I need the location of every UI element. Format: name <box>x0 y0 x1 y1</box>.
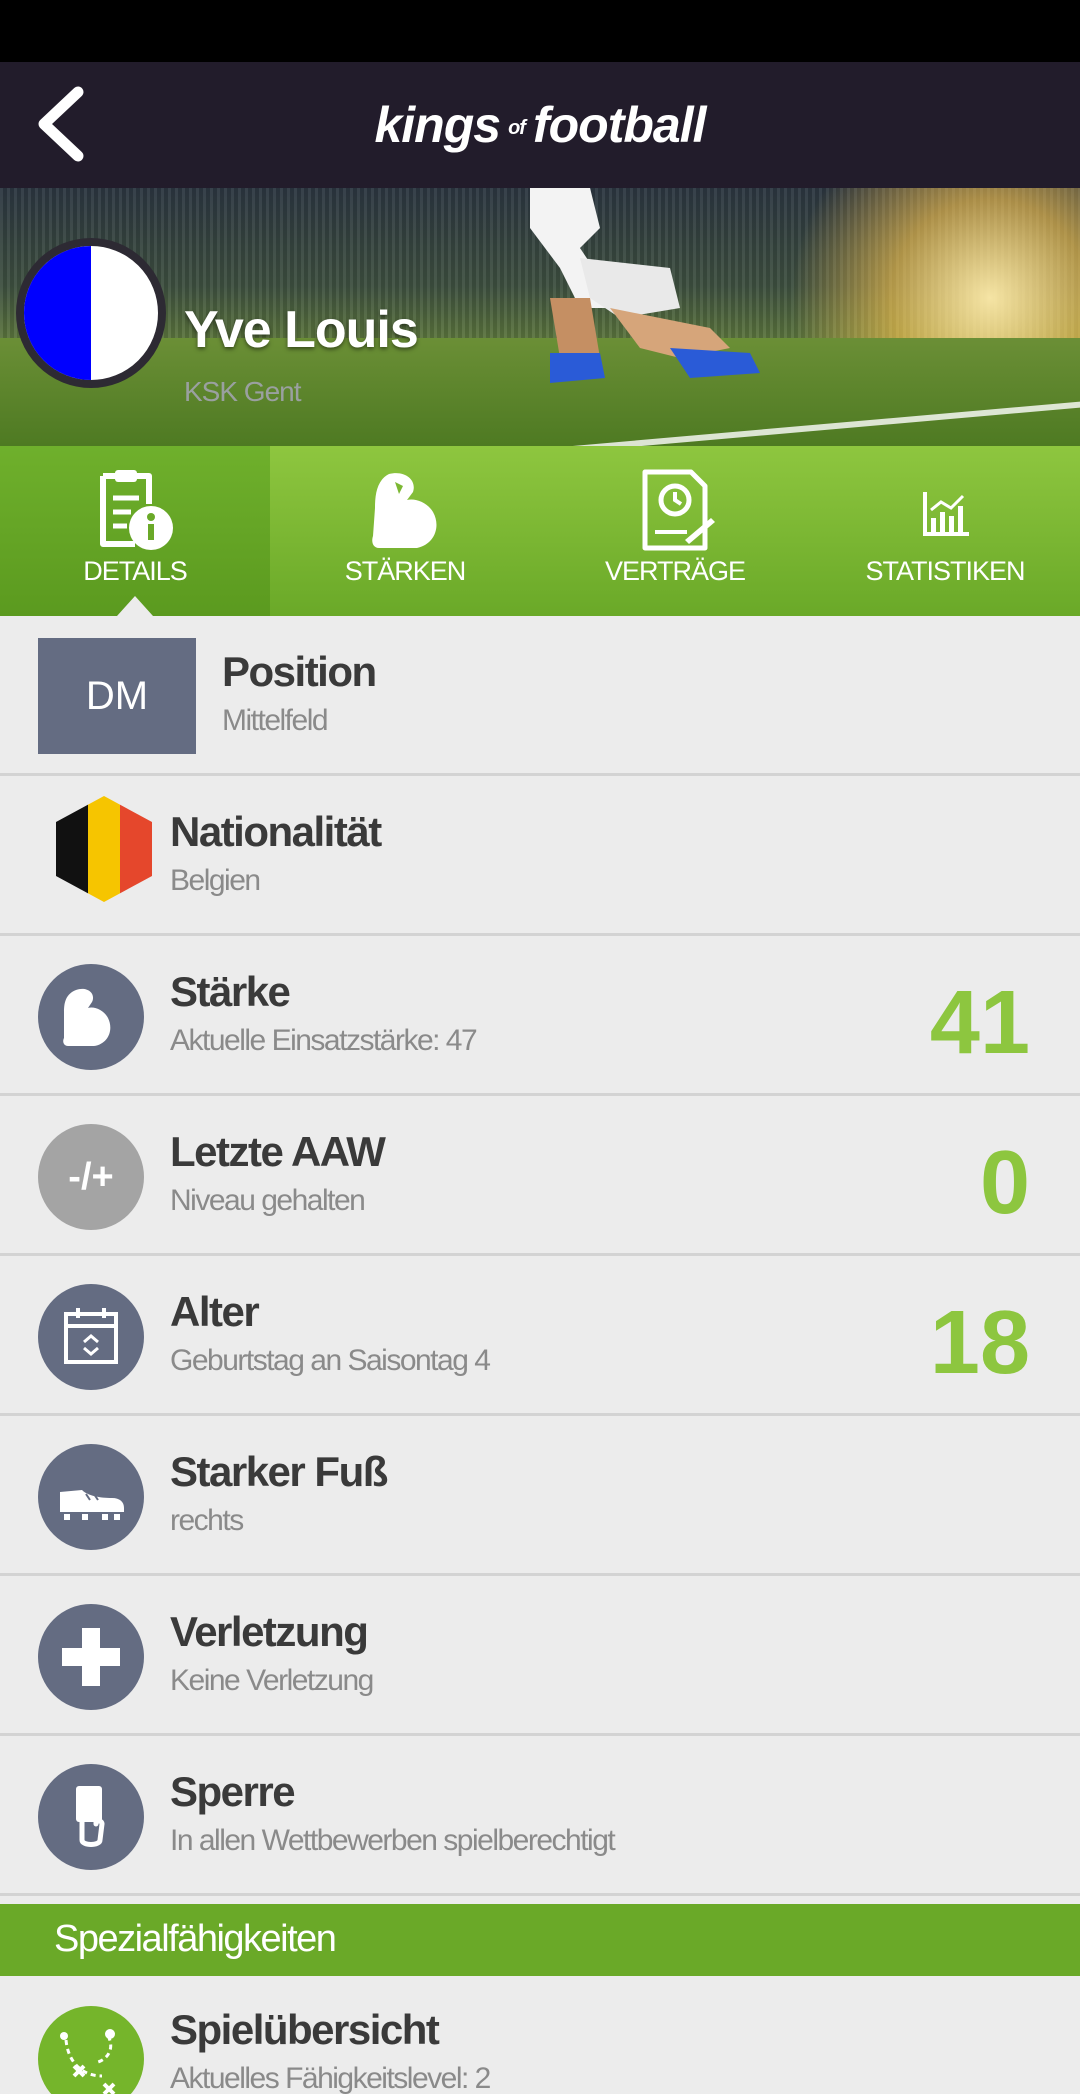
plus-minus-icon: -/+ <box>38 1124 144 1230</box>
special-abilities-header: Spezialfähigkeiten <box>0 1904 1080 1976</box>
player-club: KSK Gent <box>184 376 302 407</box>
back-button[interactable] <box>26 82 110 166</box>
position-value: Mittelfeld <box>222 704 329 737</box>
penalty-card-icon <box>38 1764 144 1870</box>
calendar-icon <box>38 1284 144 1390</box>
medical-cross-icon <box>38 1604 144 1710</box>
last-aaw-status: Niveau gehalten <box>170 1184 366 1217</box>
back-arrow-icon <box>38 86 84 162</box>
position-badge: DM <box>38 638 196 754</box>
injury-status: Keine Verletzung <box>170 1664 374 1697</box>
status-bar <box>0 0 1080 62</box>
app-logo: kings of football <box>0 62 1080 188</box>
nationality-value: Belgien <box>170 864 261 897</box>
logo-football-text: football <box>532 97 707 153</box>
details-icon <box>100 470 173 550</box>
logo-kings-text: kings <box>374 97 501 153</box>
age-row[interactable]: Alter Geburtstag an Saisontag 4 18 <box>0 1256 1080 1416</box>
tactics-icon <box>38 2006 144 2094</box>
tab-staerken[interactable]: STÄRKEN <box>270 446 540 616</box>
last-aaw-row[interactable]: -/+ Letzte AAW Niveau gehalten 0 <box>0 1096 1080 1256</box>
nationality-title: Nationalität <box>170 808 382 855</box>
app-bar: kings of football <box>0 62 1080 188</box>
tab-staerken-label: STÄRKEN <box>344 556 467 586</box>
tab-vertraege-label: VERTRÄGE <box>604 556 746 586</box>
football-boot-icon <box>38 1444 144 1550</box>
suspension-title: Sperre <box>170 1768 296 1815</box>
strong-foot-row[interactable]: Starker Fuß rechts <box>0 1416 1080 1576</box>
player-details-list: DM Position Mittelfeld Nationalität Belg… <box>0 616 1080 1896</box>
injury-row[interactable]: Verletzung Keine Verletzung <box>0 1576 1080 1736</box>
logo-of-text: of <box>508 117 526 139</box>
tab-details[interactable]: DETAILS <box>0 446 270 616</box>
skill-row[interactable]: Spielübersicht Aktuelles Fähigkeitslevel… <box>0 1976 1080 2094</box>
tab-details-label: DETAILS <box>83 556 188 586</box>
suspension-status: In allen Wettbewerben spielberechtigt <box>170 1824 616 1857</box>
plus-minus-text: -/+ <box>68 1156 114 1198</box>
strength-row[interactable]: Stärke Aktuelle Einsatzstärke: 47 41 <box>0 936 1080 1096</box>
skill-title: Spielübersicht <box>170 2006 440 2053</box>
age-title: Alter <box>170 1288 260 1335</box>
active-tab-pointer <box>117 596 153 616</box>
strength-current: Aktuelle Einsatzstärke: 47 <box>170 1024 478 1057</box>
club-badge <box>16 238 166 388</box>
tab-vertraege[interactable]: VERTRÄGE <box>540 446 810 616</box>
injury-title: Verletzung <box>170 1608 369 1655</box>
position-row[interactable]: DM Position Mittelfeld <box>0 616 1080 776</box>
special-abilities-label: Spezialfähigkeiten <box>54 1918 337 1960</box>
suspension-row[interactable]: Sperre In allen Wettbewerben spielberech… <box>0 1736 1080 1896</box>
last-aaw-title: Letzte AAW <box>170 1128 386 1175</box>
strong-foot-value: rechts <box>170 1504 244 1537</box>
belgium-flag-icon <box>56 796 152 902</box>
birthday-info: Geburtstag an Saisontag 4 <box>170 1344 491 1377</box>
tab-statistiken-label: STATISTIKEN <box>865 556 1025 586</box>
muscle-icon <box>372 473 437 548</box>
strength-icon <box>38 964 144 1070</box>
stats-icon <box>923 492 969 536</box>
tab-bar: DETAILS STÄRKEN VERTRÄGE STATISTIKEN <box>0 446 1080 616</box>
strength-title: Stärke <box>170 968 291 1015</box>
celebrating-player-image <box>530 188 760 383</box>
age-value: 18 <box>929 1293 1030 1393</box>
last-aaw-value: 0 <box>979 1133 1030 1233</box>
strength-value: 41 <box>929 973 1030 1073</box>
club-badge-blue-half <box>24 246 91 380</box>
strong-foot-title: Starker Fuß <box>170 1448 388 1495</box>
contract-icon <box>642 469 715 551</box>
position-title: Position <box>222 648 377 695</box>
skill-level: Aktuelles Fähigkeitslevel: 2 <box>170 2062 491 2094</box>
nationality-row[interactable]: Nationalität Belgien <box>0 776 1080 936</box>
player-name: Yve Louis <box>184 301 419 359</box>
tab-statistiken[interactable]: STATISTIKEN <box>810 446 1080 616</box>
